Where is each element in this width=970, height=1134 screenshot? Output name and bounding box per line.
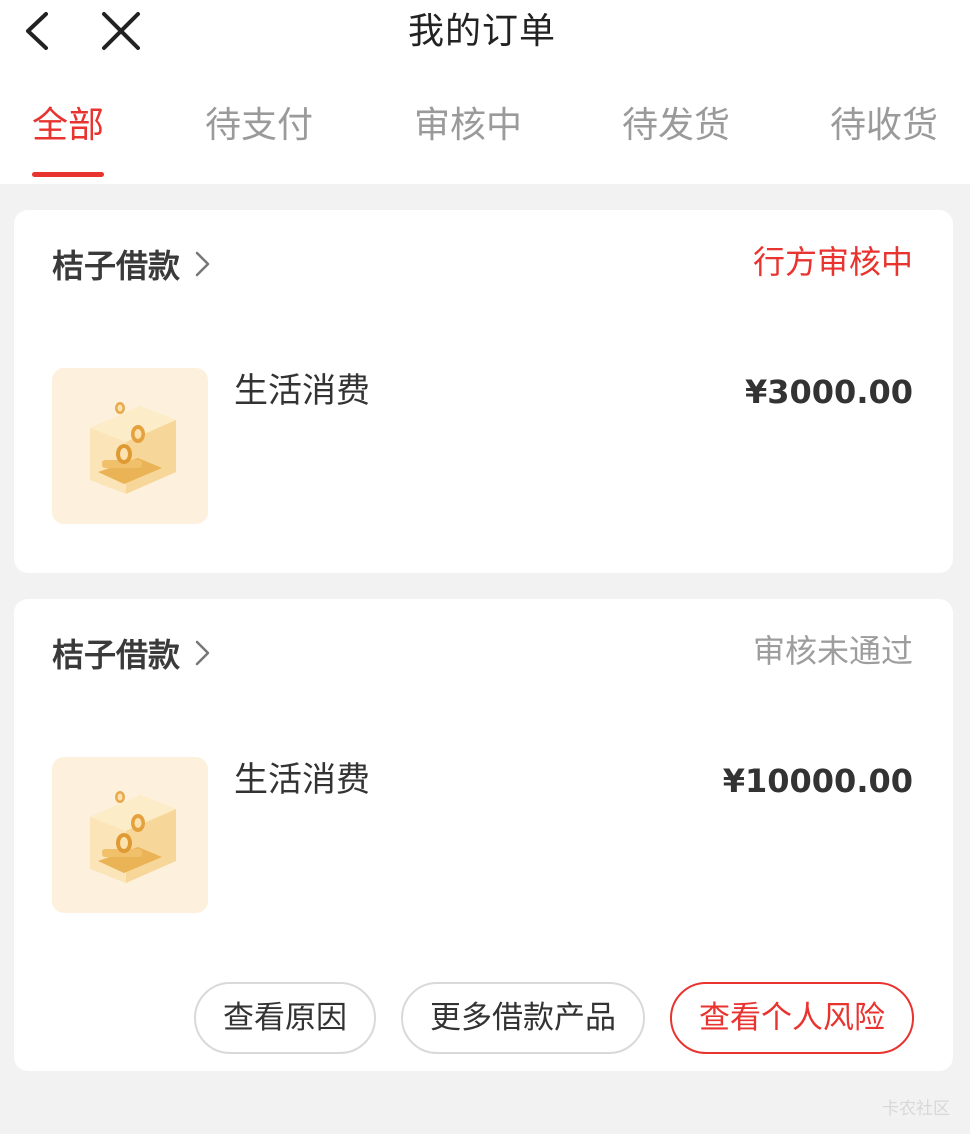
view-personal-risk-button[interactable]: 查看个人风险	[670, 982, 914, 1054]
merchant-name: 桔子借款	[52, 636, 181, 674]
tab-label: 全部	[32, 105, 105, 146]
coin-box-icon	[52, 757, 208, 913]
product-name: 生活消费	[234, 371, 370, 411]
tab-all[interactable]: 全部	[32, 98, 104, 184]
merchant-link[interactable]: 桔子借款	[52, 240, 212, 288]
tab-label: 审核中	[414, 105, 523, 146]
merchant-name: 桔子借款	[52, 247, 181, 285]
watermark: 卡农社区	[882, 1099, 950, 1119]
tab-pending-payment[interactable]: 待支付	[205, 98, 313, 184]
view-reason-button[interactable]: 查看原因	[194, 982, 376, 1054]
tab-under-review[interactable]: 审核中	[414, 98, 522, 184]
coin-box-icon	[52, 368, 208, 524]
order-price: ¥10000.00	[722, 762, 913, 800]
top-bar: 我的订单 全部 待支付 审核中 待发货 待收货	[0, 0, 970, 184]
tab-pending-receipt[interactable]: 待收货	[830, 98, 938, 184]
order-status: 审核未通过	[752, 632, 913, 670]
tab-label: 待发货	[622, 105, 731, 146]
product-name: 生活消费	[234, 760, 370, 800]
more-loan-products-button[interactable]: 更多借款产品	[401, 982, 645, 1054]
chevron-right-icon	[195, 251, 210, 277]
order-card[interactable]: 桔子借款 审核未通过 生活消费 ¥10000.00 查看原因 更多借款产品 查看…	[14, 599, 953, 1071]
tab-active-indicator	[32, 172, 104, 177]
order-tabs: 全部 待支付 审核中 待发货 待收货	[0, 98, 970, 184]
order-card[interactable]: 桔子借款 行方审核中 生活消费 ¥3000.00	[14, 210, 953, 573]
merchant-link[interactable]: 桔子借款	[52, 629, 212, 677]
tab-pending-shipment[interactable]: 待发货	[622, 98, 730, 184]
tab-label: 待支付	[205, 105, 314, 146]
order-price: ¥3000.00	[744, 373, 913, 411]
page-title: 我的订单	[407, 11, 556, 52]
order-status: 行方审核中	[752, 243, 913, 281]
tab-label: 待收货	[830, 105, 939, 146]
chevron-right-icon	[195, 640, 210, 666]
